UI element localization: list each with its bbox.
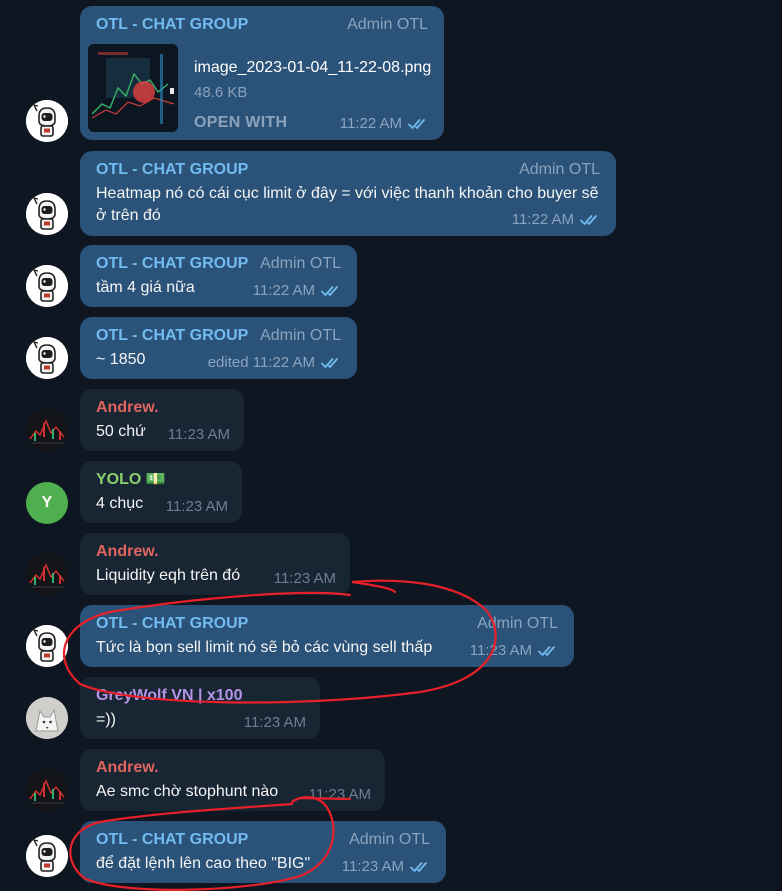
message-bubble[interactable]: OTL - CHAT GROUP Admin OTL ~ 1850 edited… xyxy=(80,317,357,379)
astronaut-avatar-icon[interactable] xyxy=(26,265,68,307)
message-row-7: Andrew. Liquidity eqh trên đó 11:23 AM xyxy=(0,533,782,597)
message-time: 11:23 AM xyxy=(469,642,532,659)
sender-role: Admin OTL xyxy=(260,255,341,272)
message-time: 11:23 AM xyxy=(308,786,371,803)
message-row-3: OTL - CHAT GROUP Admin OTL tầm 4 giá nữa… xyxy=(0,245,782,309)
message-bubble[interactable]: Andrew. Liquidity eqh trên đó 11:23 AM xyxy=(80,533,350,595)
message-meta: edited 11:22 AM xyxy=(208,354,343,372)
sender-name[interactable]: YOLO 💵 xyxy=(96,470,226,489)
message-meta: 11:22 AM xyxy=(340,115,430,133)
message-row-9: GreyWolf VN | x100 =)) 11:23 AM xyxy=(0,677,782,741)
astronaut-avatar-icon[interactable] xyxy=(26,835,68,877)
sender-role: Admin OTL xyxy=(347,16,428,33)
message-bubble[interactable]: Andrew. Ae smc chờ stophunt nào 11:23 AM xyxy=(80,749,385,811)
sender-name[interactable]: Andrew. xyxy=(96,542,334,561)
message-time: 11:23 AM xyxy=(165,498,228,515)
sender-name[interactable]: GreyWolf VN | x100 xyxy=(96,686,304,705)
message-meta: 11:23 AM xyxy=(168,426,230,444)
sender-name[interactable]: Andrew. xyxy=(96,398,228,417)
message-row-11: OTL - CHAT GROUP Admin OTL để đặt lệnh l… xyxy=(0,821,782,885)
message-bubble[interactable]: GreyWolf VN | x100 =)) 11:23 AM xyxy=(80,677,320,739)
double-check-icon xyxy=(321,285,343,297)
message-bubble[interactable]: Andrew. 50 chứ 11:23 AM xyxy=(80,389,244,451)
astronaut-avatar-icon[interactable] xyxy=(26,337,68,379)
message-row-4: OTL - CHAT GROUP Admin OTL ~ 1850 edited… xyxy=(0,317,782,381)
message-time: 11:22 AM xyxy=(339,115,402,132)
astronaut-avatar-icon[interactable] xyxy=(26,100,68,142)
message-time: edited 11:22 AM xyxy=(207,354,315,371)
chart-avatar-icon[interactable] xyxy=(26,769,68,811)
message-bubble[interactable]: OTL - CHAT GROUP Admin OTL Heatmap nó có… xyxy=(80,151,616,236)
image-thumbnail[interactable] xyxy=(88,44,178,132)
message-time: 11:22 AM xyxy=(511,211,574,228)
open-with-button[interactable]: OPEN WITH xyxy=(194,114,287,132)
message-time: 11:23 AM xyxy=(243,714,306,731)
sender-role: Admin OTL xyxy=(519,161,600,178)
message-bubble[interactable]: OTL - CHAT GROUP Admin OTL để đặt lệnh l… xyxy=(80,821,446,883)
message-row-8: OTL - CHAT GROUP Admin OTL Tức là bọn se… xyxy=(0,605,782,669)
message-bubble[interactable]: OTL - CHAT GROUP Admin OTL Tức là bọn se… xyxy=(80,605,574,667)
message-row-10: Andrew. Ae smc chờ stophunt nào 11:23 AM xyxy=(0,749,782,813)
message-row-6: Y YOLO 💵 4 chục 11:23 AM xyxy=(0,461,782,525)
message-meta: 11:23 AM xyxy=(309,786,371,804)
message-row-5: Andrew. 50 chứ 11:23 AM xyxy=(0,389,782,453)
message-meta: 11:23 AM xyxy=(244,714,306,732)
double-check-icon xyxy=(408,118,430,130)
sender-name[interactable]: Andrew. xyxy=(96,758,369,777)
message-bubble[interactable]: YOLO 💵 4 chục 11:23 AM xyxy=(80,461,242,523)
file-name[interactable]: image_2023-01-04_11-22-08.png xyxy=(194,59,431,77)
message-time: 11:23 AM xyxy=(273,570,336,587)
letter-avatar[interactable]: Y xyxy=(26,482,68,524)
sender-role: Admin OTL xyxy=(260,327,341,344)
sender-role: Admin OTL xyxy=(349,831,430,848)
chart-avatar-icon[interactable] xyxy=(26,409,68,451)
message-bubble[interactable]: OTL - CHAT GROUP Admin OTL tầm 4 giá nữa… xyxy=(80,245,357,307)
double-check-icon xyxy=(410,861,432,873)
file-size: 48.6 KB xyxy=(194,84,248,101)
wolf-avatar-icon[interactable] xyxy=(26,697,68,739)
double-check-icon xyxy=(538,645,560,657)
chart-avatar-icon[interactable] xyxy=(26,553,68,595)
message-meta: 11:23 AM xyxy=(166,498,228,516)
message-time: 11:22 AM xyxy=(252,282,315,299)
message-row-1: OTL - CHAT GROUP Admin OTL image_2023-01… xyxy=(0,6,782,142)
message-row-2: OTL - CHAT GROUP Admin OTL Heatmap nó có… xyxy=(0,151,782,237)
chat-scrollbar[interactable] xyxy=(778,0,782,891)
message-time: 11:23 AM xyxy=(341,858,404,875)
message-meta: 11:22 AM xyxy=(512,211,602,229)
message-time: 11:23 AM xyxy=(167,426,230,443)
double-check-icon xyxy=(580,214,602,226)
message-meta: 11:23 AM xyxy=(470,642,560,660)
double-check-icon xyxy=(321,357,343,369)
message-meta: 11:22 AM xyxy=(253,282,343,300)
avatar-letter: Y xyxy=(41,494,53,511)
file-message-bubble[interactable]: OTL - CHAT GROUP Admin OTL image_2023-01… xyxy=(80,6,444,140)
astronaut-avatar-icon[interactable] xyxy=(26,193,68,235)
message-meta: 11:23 AM xyxy=(274,570,336,588)
astronaut-avatar-icon[interactable] xyxy=(26,625,68,667)
message-meta: 11:23 AM xyxy=(342,858,432,876)
sender-role: Admin OTL xyxy=(477,615,558,632)
